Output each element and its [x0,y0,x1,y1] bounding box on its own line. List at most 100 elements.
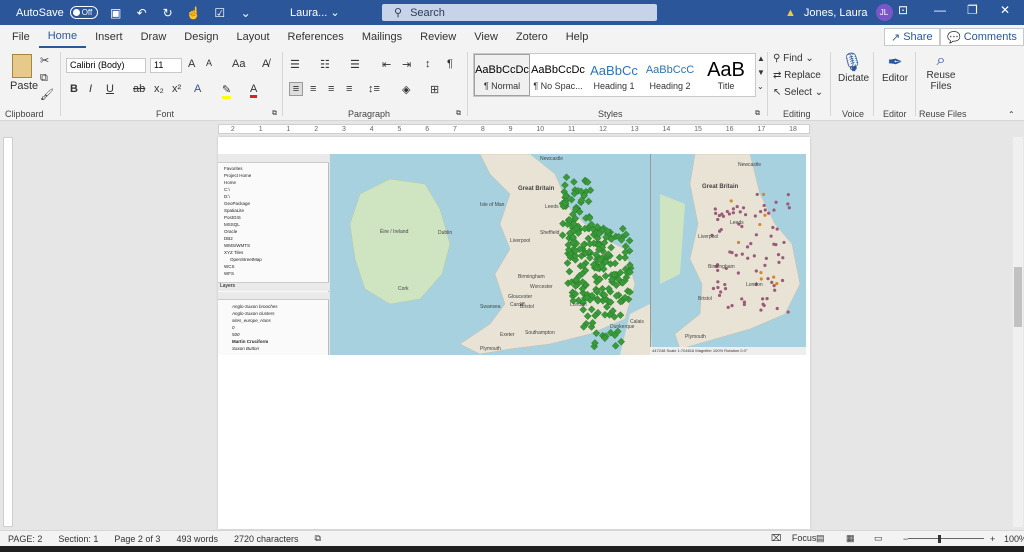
subscript-icon[interactable]: x₂ [154,83,164,95]
web-layout-icon[interactable]: ▭ [874,533,883,544]
more-commands-icon[interactable]: ⌄ [238,5,254,21]
align-right-icon[interactable]: ≡ [328,83,334,95]
tab-insert[interactable]: Insert [86,25,132,48]
find-button[interactable]: ⚲ Find ⌄ [773,53,814,64]
status-page-of[interactable]: Page 2 of 3 [114,534,160,544]
borders-icon[interactable]: ⊞ [430,83,439,96]
status-character-count[interactable]: 2720 characters [234,534,299,544]
tab-layout[interactable]: Layout [228,25,279,48]
reuse-files-button[interactable]: ⌕ Reuse Files [924,52,958,92]
zoom-in-icon[interactable]: + [990,534,995,544]
font-name-dropdown[interactable]: Calibri (Body) [66,58,146,73]
show-marks-icon[interactable]: ¶ [447,58,453,70]
browser-item[interactable]: DB2 [224,236,233,241]
editor-button[interactable]: ✒ Editor [880,52,910,84]
tab-references[interactable]: References [279,25,353,48]
increase-indent-icon[interactable]: ⇥ [402,58,411,71]
read-mode-icon[interactable]: ▤ [816,533,825,544]
bold-icon[interactable]: B [70,83,78,95]
styles-dialog-launcher-icon[interactable]: ⧉ [755,110,760,118]
style-heading-1[interactable]: AaBbCc Heading 1 [586,54,642,96]
clear-formatting-icon[interactable]: A̸ [262,58,269,70]
zoom-slider-thumb[interactable] [938,535,941,543]
cut-icon[interactable]: ✂ [40,54,49,67]
browser-item[interactable]: PostGIS [224,215,241,220]
status-word-count[interactable]: 493 words [176,534,218,544]
tab-zotero[interactable]: Zotero [507,25,557,48]
browser-item[interactable]: C:\ [224,187,230,192]
user-account[interactable]: ▲ Jones, Laura JL [785,4,893,21]
format-painter-icon[interactable]: 🖌 [40,88,54,101]
horizontal-ruler[interactable]: 2 1 1 2 3 4 5 6 7 8 9 10 11 12 13 14 15 16 17 18 [218,124,810,134]
multilevel-list-icon[interactable]: ☰ [350,58,360,71]
dictate-button[interactable]: 🎙 Dictate [838,52,869,84]
numbering-icon[interactable]: ☷ [320,58,330,71]
justify-icon[interactable]: ≡ [346,83,352,95]
decrease-indent-icon[interactable]: ⇤ [382,58,391,71]
style-heading-2[interactable]: AaBbCcC Heading 2 [642,54,698,96]
layer-item[interactable]: 0 [232,325,235,330]
highlight-icon[interactable]: ✎ [222,83,232,99]
close-icon[interactable]: ✕ [1000,3,1010,17]
focus-button[interactable]: ⌧ Focus [763,533,816,544]
restore-icon[interactable]: ❐ [967,3,978,17]
zoom-slider[interactable] [908,538,984,539]
styles-scroll-down-icon[interactable]: ▼ [757,68,765,77]
scrollbar-thumb[interactable] [1014,267,1022,327]
layer-item[interactable]: 500 [232,332,240,337]
sort-icon[interactable]: ↕ [425,58,431,70]
layer-item[interactable]: Martin Cruciform [232,339,268,344]
styles-more-icon[interactable]: ⌄ [757,82,764,91]
align-center-icon[interactable]: ≡ [310,83,316,95]
browser-item[interactable]: SpatiaLite [224,208,244,213]
style-normal[interactable]: AaBbCcDc ¶ Normal [474,54,530,96]
comments-button[interactable]: 💬 Comments [940,28,1024,46]
layer-item[interactable]: Anglo-Saxon brooches [232,304,278,309]
line-spacing-icon[interactable]: ↕≡ [368,83,380,95]
tab-help[interactable]: Help [557,25,598,48]
browser-item[interactable]: OpenStreetMap [230,257,262,262]
styles-scroll-up-icon[interactable]: ▲ [757,54,765,63]
shrink-font-icon[interactable]: A [206,58,212,68]
style-no-spacing[interactable]: AaBbCcDc ¶ No Spac... [530,54,586,96]
browser-item[interactable]: WFS [224,271,234,276]
search-box[interactable]: ⚲ Search [382,4,657,21]
proofing-icon[interactable]: ⧉ [315,533,321,544]
share-button[interactable]: ↗ Share [884,28,940,46]
browser-item[interactable]: XYZ Tiles [224,250,243,255]
paste-button[interactable]: Paste [10,80,38,92]
browser-item[interactable]: Oracle [224,229,237,234]
browser-item[interactable]: D:\ [224,194,230,199]
change-case-icon[interactable]: Aa [232,58,245,70]
redo-icon[interactable]: ↻ [160,5,176,21]
tab-view[interactable]: View [465,25,507,48]
browser-item[interactable]: Favorites [224,166,243,171]
collapse-ribbon-icon[interactable]: ⌃ [1008,110,1015,119]
tab-home[interactable]: Home [38,25,87,48]
layer-item[interactable]: Saxon Button [232,346,259,351]
grow-font-icon[interactable]: A [188,58,195,70]
tab-mailings[interactable]: Mailings [353,25,411,48]
tab-review[interactable]: Review [411,25,465,48]
layer-item[interactable]: sites_europe_Hans [232,318,271,323]
touch-mode-icon[interactable]: ☝ [186,5,202,21]
font-color-icon[interactable]: A [250,83,258,98]
zoom-level[interactable]: 100% [1004,534,1024,544]
browser-item[interactable]: MSSQL [224,222,240,227]
superscript-icon[interactable]: x² [172,83,181,95]
tab-file[interactable]: File [0,25,39,48]
bullets-icon[interactable]: ☰ [290,58,300,71]
status-page[interactable]: PAGE: 2 [8,534,42,544]
vertical-scrollbar[interactable] [1013,137,1023,527]
strikethrough-icon[interactable]: ab [133,83,145,95]
font-size-dropdown[interactable]: 11 [150,58,182,73]
document-page[interactable]: Layers Favorites Project Home Home C:\ D:\ Ge… [218,137,810,529]
browser-item[interactable]: GeoPackage [224,201,250,206]
align-left-icon[interactable]: ≡ [289,82,303,96]
browser-item[interactable]: Project Home [224,173,251,178]
minimize-icon[interactable]: — [934,3,946,17]
customize-icon[interactable]: ☑ [212,5,228,21]
style-title[interactable]: AaB Title [698,54,754,96]
browser-item[interactable]: WMS/WMTS [224,243,250,248]
autosave-control[interactable]: AutoSave Off [16,6,98,19]
